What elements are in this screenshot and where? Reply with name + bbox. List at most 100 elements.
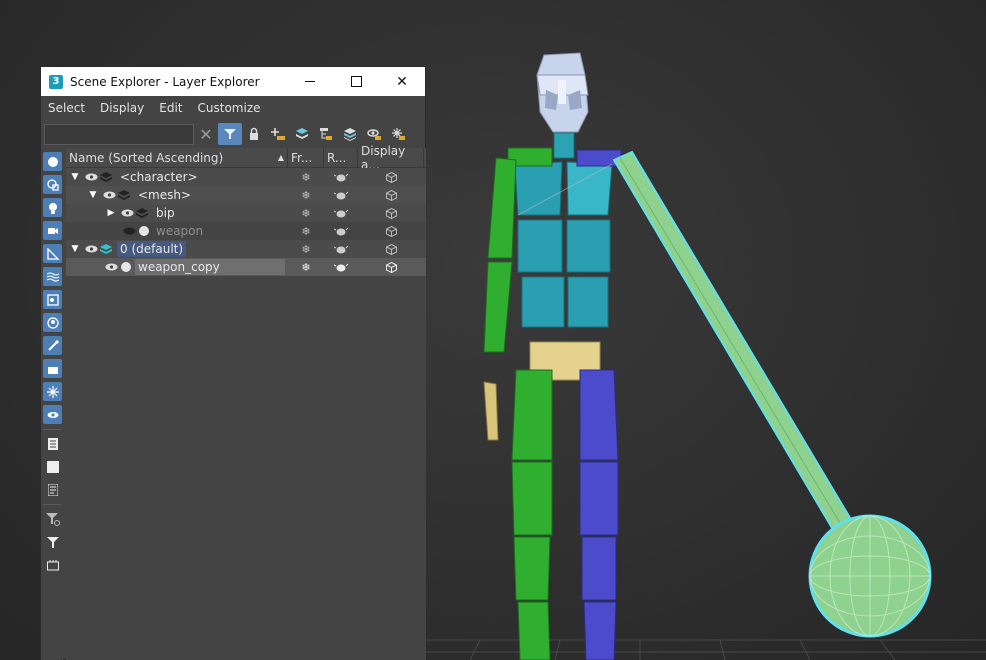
divider — [43, 504, 61, 505]
renderable-teapot-icon[interactable] — [324, 168, 358, 186]
collapse-arrow-icon[interactable]: ▼ — [69, 243, 81, 255]
active-layer-icon — [99, 243, 113, 255]
layer-stack-icon — [99, 171, 113, 183]
list-icon[interactable] — [43, 434, 62, 453]
filter-toolbar — [41, 148, 63, 660]
highlight-layer-icon[interactable] — [362, 123, 386, 145]
stack-icon[interactable] — [338, 123, 362, 145]
character-left-arm — [483, 157, 517, 441]
row-label: <mesh> — [138, 188, 192, 202]
freeze-icon[interactable]: ❄ — [288, 240, 324, 258]
freeze-icon[interactable]: ❄ — [288, 186, 324, 204]
containers-icon[interactable] — [43, 359, 62, 378]
display-cube-icon[interactable] — [358, 222, 424, 240]
eye-icon[interactable] — [104, 262, 118, 272]
row-label: weapon_copy — [135, 259, 285, 275]
search-input[interactable] — [44, 123, 194, 145]
bones-icon[interactable] — [43, 336, 62, 355]
menu-customize[interactable]: Customize — [198, 101, 261, 115]
display-cube-icon[interactable] — [358, 240, 424, 258]
layers-icon[interactable] — [290, 123, 314, 145]
column-frozen[interactable]: Fr... — [288, 148, 324, 167]
cameras-icon[interactable] — [43, 221, 62, 240]
hierarchy-icon[interactable] — [314, 123, 338, 145]
add-layer-icon[interactable] — [266, 123, 290, 145]
object-dot-icon — [121, 262, 131, 272]
geometry-icon[interactable] — [43, 152, 62, 171]
filter-cog-icon[interactable] — [43, 509, 62, 528]
sort-ascending-icon: ▲ — [277, 153, 284, 162]
display-cube-icon[interactable] — [358, 204, 424, 222]
column-name-label: Name (Sorted Ascending) — [69, 150, 224, 165]
tree-row-weapon[interactable]: weapon ❄ — [66, 222, 426, 240]
square-icon[interactable] — [43, 457, 62, 476]
renderable-teapot-icon[interactable] — [324, 186, 358, 204]
eye-icon[interactable] — [120, 208, 134, 218]
renderable-teapot-icon[interactable] — [324, 222, 358, 240]
eye-icon[interactable] — [84, 172, 98, 182]
freeze-icon[interactable]: ❄ — [288, 222, 324, 240]
eye-icon[interactable] — [102, 190, 116, 200]
filter-funnel-icon[interactable] — [218, 123, 242, 145]
shapes-icon[interactable] — [43, 175, 62, 194]
clear-search-icon[interactable]: ✕ — [194, 125, 218, 144]
display-cube-icon[interactable] — [358, 186, 424, 204]
tree-row-weapon-copy[interactable]: weapon_copy ❄ — [66, 258, 426, 276]
helpers-icon[interactable] — [43, 244, 62, 263]
display-cube-icon[interactable] — [358, 258, 424, 276]
spacewarps-icon[interactable] — [43, 267, 62, 286]
divider — [43, 429, 61, 430]
filter-icon[interactable] — [43, 532, 62, 551]
tree-row-mesh[interactable]: ▼ <mesh> ❄ — [66, 186, 426, 204]
character-head — [536, 52, 589, 133]
close-button[interactable]: ✕ — [379, 67, 425, 96]
title-bar[interactable]: 3 Scene Explorer - Layer Explorer ✕ — [41, 67, 425, 96]
freeze-icon[interactable]: ❄ — [288, 204, 324, 222]
object-dot-icon — [139, 226, 149, 236]
tree-row-default-layer[interactable]: ▼ 0 (default) ❄ — [66, 240, 426, 258]
xrefs-icon[interactable] — [43, 313, 62, 332]
minimize-button[interactable] — [287, 67, 333, 96]
collapse-arrow-icon[interactable]: ▼ — [69, 171, 81, 183]
menu-select[interactable]: Select — [48, 101, 85, 115]
frame-icon[interactable] — [43, 555, 62, 574]
column-display[interactable]: Display a... — [358, 144, 424, 172]
character-torso — [514, 161, 613, 328]
column-headers: Name (Sorted Ascending) ▲ Fr... R... Dis… — [66, 144, 426, 172]
eye-hidden-icon[interactable] — [122, 226, 136, 236]
expand-arrow-icon[interactable]: ▶ — [105, 207, 117, 219]
tree-row-character[interactable]: ▼ <character> ❄ — [66, 168, 426, 186]
column-name[interactable]: Name (Sorted Ascending) ▲ — [66, 148, 288, 167]
freeze-layer-icon[interactable] — [386, 123, 410, 145]
menu-display[interactable]: Display — [100, 101, 144, 115]
menu-edit[interactable]: Edit — [159, 101, 182, 115]
freeze-icon[interactable]: ❄ — [288, 168, 324, 186]
lights-icon[interactable] — [43, 198, 62, 217]
row-label: weapon — [156, 224, 204, 238]
app-icon: 3 — [49, 74, 63, 89]
display-cube-icon[interactable] — [358, 168, 424, 186]
groups-icon[interactable] — [43, 290, 62, 309]
scene-explorer-window: 3 Scene Explorer - Layer Explorer ✕ Sele… — [40, 66, 426, 660]
renderable-teapot-icon[interactable] — [324, 240, 358, 258]
eye-icon[interactable] — [84, 244, 98, 254]
hidden-icon[interactable] — [43, 405, 62, 424]
window-title: Scene Explorer - Layer Explorer — [70, 74, 260, 89]
tree-row-bip[interactable]: ▶ bip ❄ — [66, 204, 426, 222]
column-render[interactable]: R... — [324, 148, 358, 167]
character-legs — [511, 369, 619, 660]
row-label: 0 (default) — [117, 241, 187, 257]
renderable-teapot-icon[interactable] — [324, 258, 358, 276]
lock-icon[interactable] — [242, 123, 266, 145]
collapse-arrow-icon[interactable]: ▼ — [87, 189, 99, 201]
frozen-icon[interactable] — [43, 382, 62, 401]
row-label: bip — [156, 206, 175, 220]
layer-stack-icon — [135, 207, 149, 219]
doc-icon[interactable] — [43, 480, 62, 499]
freeze-icon[interactable]: ❄ — [288, 258, 324, 276]
menu-bar: Select Display Edit Customize — [41, 96, 425, 120]
weapon-mesh — [612, 150, 932, 638]
floor-grid — [426, 639, 986, 660]
maximize-button[interactable] — [333, 67, 379, 96]
renderable-teapot-icon[interactable] — [324, 204, 358, 222]
